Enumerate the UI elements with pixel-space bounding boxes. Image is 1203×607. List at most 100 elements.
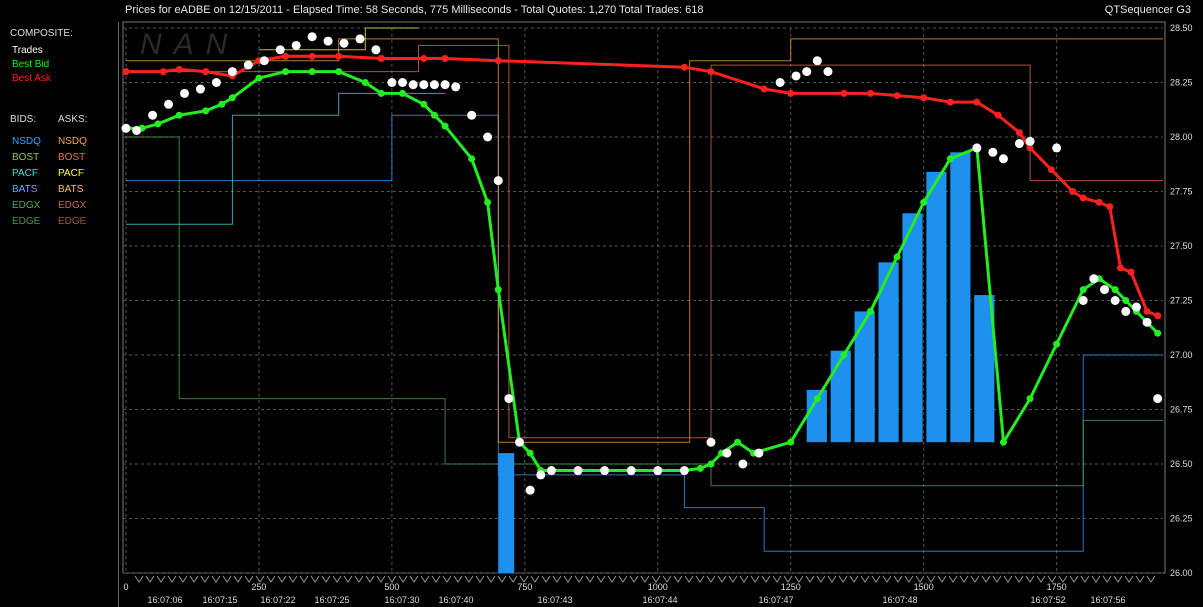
trade-tick-marker [1003, 575, 1013, 583]
trades-point [408, 80, 418, 90]
trades-point [722, 448, 732, 458]
trades-point [988, 147, 998, 157]
trades-point [148, 110, 158, 120]
trades-point [323, 36, 333, 46]
trades-point [121, 123, 131, 133]
trades-point [1014, 139, 1024, 149]
best-bid-point [526, 449, 534, 457]
trades-point [738, 459, 748, 469]
best-bid-point [1111, 286, 1119, 294]
price-chart: NAN 28.5028.2528.0027.7527.5027.2527.002… [121, 21, 1193, 605]
trade-tick-marker [475, 575, 485, 583]
trade-tick-marker [596, 575, 606, 583]
trade-tick-marker [563, 575, 573, 583]
trade-tick-marker [464, 575, 474, 583]
trades-point [653, 466, 663, 476]
trade-tick-marker [706, 575, 716, 583]
best-ask-point [994, 111, 1002, 119]
best-bid-point [377, 89, 385, 97]
trades-point [355, 34, 365, 44]
best-ask-point [1116, 264, 1124, 272]
trades-point [398, 78, 408, 87]
best-ask-point [420, 55, 428, 63]
trade-tick-marker [134, 575, 144, 583]
trades-point [339, 38, 349, 48]
best-ask-point [159, 68, 167, 76]
trade-tick-marker [607, 575, 617, 583]
trades-point [1052, 143, 1062, 153]
trades-point [515, 437, 525, 447]
best-bid-point [484, 198, 492, 206]
y-tick-label: 26.75 [1170, 405, 1193, 415]
trades-point [775, 78, 785, 87]
trade-tick-marker [145, 575, 155, 583]
trade-tick-marker [200, 575, 210, 583]
trades-point [195, 84, 205, 94]
best-bid-point [441, 122, 449, 130]
y-tick-label: 27.75 [1170, 187, 1193, 197]
time-label: 16:07:47 [758, 595, 793, 605]
trade-tick-marker [156, 575, 166, 583]
best-ask-point [122, 68, 130, 76]
trade-tick-marker [497, 575, 507, 583]
best-ask-point [840, 89, 848, 97]
trades-point [1078, 296, 1088, 305]
trades-point [626, 466, 636, 476]
best-ask-point [680, 63, 688, 71]
trade-tick-marker [552, 575, 562, 583]
best-bid-point [999, 438, 1007, 446]
best-ask-point [946, 98, 954, 106]
trade-tick-marker [178, 575, 188, 583]
trade-tick-marker [299, 575, 309, 583]
time-label: 16:07:40 [438, 595, 473, 605]
trade-tick-marker [1036, 575, 1046, 583]
trade-tick-marker [222, 575, 232, 583]
time-label: 16:07:06 [147, 595, 182, 605]
best-ask-point [920, 94, 928, 102]
trades-point [706, 437, 716, 447]
trade-tick-marker [354, 575, 364, 583]
trades-point [419, 80, 429, 90]
trades-point [179, 88, 189, 98]
trade-tick-marker [277, 575, 287, 583]
trades-point [1025, 136, 1035, 146]
trade-tick-marker [1102, 575, 1112, 583]
best-ask-point [377, 55, 385, 63]
trades-point [440, 80, 450, 90]
trade-tick-marker [893, 575, 903, 583]
x-tick-label: 1250 [781, 582, 801, 592]
best-ask-point [760, 85, 768, 93]
trade-tick-marker [486, 575, 496, 583]
trade-tick-marker [1113, 575, 1123, 583]
y-tick-label: 28.50 [1170, 23, 1193, 33]
best-bid-point [813, 395, 821, 403]
plot-area [122, 21, 1166, 574]
best-bid-point [920, 198, 928, 206]
trades-point [451, 82, 461, 92]
trades-point [1100, 285, 1110, 295]
trade-tick-marker [321, 575, 331, 583]
trade-tick-marker [717, 575, 727, 583]
best-ask-point [494, 57, 502, 65]
trades-point [679, 466, 689, 476]
best-ask-point [1143, 307, 1151, 315]
trade-tick-marker [1014, 575, 1024, 583]
trade-tick-marker [882, 575, 892, 583]
best-bid-point [430, 111, 438, 119]
best-ask-point [1095, 198, 1103, 206]
trade-tick-marker [739, 575, 749, 583]
time-label: 16:07:43 [537, 595, 572, 605]
trade-tick-marker [827, 575, 837, 583]
x-tick-label: 0 [123, 582, 128, 592]
trade-tick-marker [948, 575, 958, 583]
trade-tick-marker [992, 575, 1002, 583]
trades-point [754, 448, 764, 458]
trade-tick-marker [684, 575, 694, 583]
trade-tick-marker [816, 575, 826, 583]
best-ask-point [175, 65, 183, 73]
best-bid-point [399, 89, 407, 97]
trade-tick-marker [673, 575, 683, 583]
trade-tick-marker [1025, 575, 1035, 583]
best-ask-point [441, 55, 449, 63]
trade-tick-marker [618, 575, 628, 583]
